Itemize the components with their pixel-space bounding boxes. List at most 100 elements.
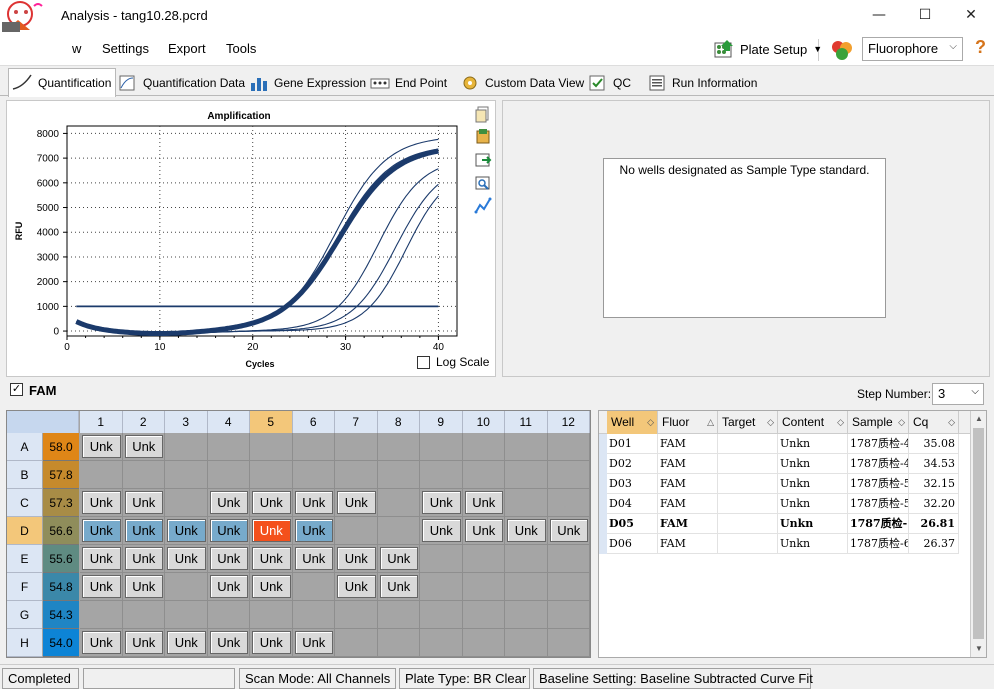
tab-quantification-data[interactable]: Quantification Data xyxy=(114,70,249,96)
plate-row-header[interactable]: G xyxy=(7,601,42,629)
plate-cell[interactable] xyxy=(165,461,208,489)
plate-column-header[interactable]: 6 xyxy=(292,411,335,433)
plate-row-header[interactable]: B xyxy=(7,461,42,489)
plate-cell[interactable] xyxy=(165,573,208,601)
plate-column-header[interactable]: 1 xyxy=(80,411,123,433)
plate-cell[interactable] xyxy=(420,601,463,629)
column-header-sample[interactable]: Sample ◇ xyxy=(848,411,909,434)
plate-column-header[interactable]: 7 xyxy=(335,411,378,433)
plate-cell[interactable] xyxy=(335,629,378,657)
plate-well-e8[interactable]: Unk xyxy=(379,547,418,570)
plate-cell[interactable] xyxy=(207,461,250,489)
plate-well-d11[interactable]: Unk xyxy=(507,519,546,542)
menu-settings[interactable]: Settings xyxy=(102,41,149,56)
plate-cell[interactable] xyxy=(420,573,463,601)
plate-cell[interactable] xyxy=(420,433,463,461)
plate-cell[interactable] xyxy=(335,517,378,545)
plate-cell[interactable] xyxy=(420,629,463,657)
plate-well-c7[interactable]: Unk xyxy=(337,491,376,514)
plate-cell[interactable] xyxy=(505,629,548,657)
plate-column-header[interactable]: 12 xyxy=(547,411,590,433)
plate-well-c10[interactable]: Unk xyxy=(464,491,503,514)
plate-cell[interactable] xyxy=(377,489,420,517)
plate-cell[interactable] xyxy=(335,433,378,461)
plate-cell[interactable] xyxy=(335,461,378,489)
plate-cell[interactable] xyxy=(80,601,123,629)
plate-well-e7[interactable]: Unk xyxy=(337,547,376,570)
plate-well-d1[interactable]: Unk xyxy=(82,519,121,542)
table-row[interactable]: D01 FAM Unkn 1787质检-4 35.08 xyxy=(599,434,971,454)
plate-well-h4[interactable]: Unk xyxy=(209,631,248,654)
plate-cell[interactable] xyxy=(377,461,420,489)
plate-cell[interactable] xyxy=(547,629,590,657)
plate-row-header[interactable]: E xyxy=(7,545,42,573)
plate-row-header[interactable]: A xyxy=(7,433,42,461)
plate-corner[interactable] xyxy=(7,411,79,433)
plate-well-c5[interactable]: Unk xyxy=(252,491,291,514)
plate-cell[interactable] xyxy=(165,601,208,629)
plate-cell[interactable] xyxy=(462,629,505,657)
amplification-chart[interactable]: 0 10 20 30 40 0 1000 2000 3000 4000 5000 6000 7000 80… xyxy=(7,101,495,376)
menu-export[interactable]: Export xyxy=(168,41,206,56)
plate-cell[interactable] xyxy=(292,433,335,461)
plate-well-e6[interactable]: Unk xyxy=(294,547,333,570)
plate-cell[interactable] xyxy=(250,601,293,629)
plate-cell[interactable] xyxy=(547,489,590,517)
plate-well-e1[interactable]: Unk xyxy=(82,547,121,570)
plate-column-header[interactable]: 11 xyxy=(505,411,548,433)
tab-qc[interactable]: QC xyxy=(584,70,635,96)
minimize-button[interactable]: — xyxy=(856,0,902,32)
menu-tools[interactable]: Tools xyxy=(226,41,256,56)
tab-end-point[interactable]: End Point xyxy=(366,70,451,96)
tab-custom-data-view[interactable]: Custom Data View xyxy=(456,70,588,96)
plate-well-c4[interactable]: Unk xyxy=(209,491,248,514)
plate-well-c1[interactable]: Unk xyxy=(82,491,121,514)
export-chart-icon[interactable] xyxy=(474,151,492,169)
close-button[interactable]: ✕ xyxy=(948,0,994,32)
plate-column-header[interactable]: 4 xyxy=(207,411,250,433)
plate-column-header[interactable]: 9 xyxy=(420,411,463,433)
plate-cell[interactable] xyxy=(165,433,208,461)
column-header-fluor[interactable]: Fluor △ xyxy=(658,411,718,434)
step-number-select[interactable]: 3 ⌵ xyxy=(932,383,984,405)
plate-cell[interactable] xyxy=(505,489,548,517)
plate-row-header[interactable]: C xyxy=(7,489,42,517)
print-icon[interactable] xyxy=(474,128,492,146)
fluorophore-select[interactable]: Fluorophore ⌵ xyxy=(862,37,963,61)
plate-well-d12[interactable]: Unk xyxy=(549,519,588,542)
column-header-cq[interactable]: Cq ◇ xyxy=(909,411,959,434)
plate-well-f8[interactable]: Unk xyxy=(379,575,418,598)
plate-cell[interactable] xyxy=(462,545,505,573)
plate-well-a2[interactable]: Unk xyxy=(124,435,163,458)
scroll-down-icon[interactable]: ▼ xyxy=(971,641,986,657)
plate-cell[interactable] xyxy=(547,601,590,629)
plate-well-d2[interactable]: Unk xyxy=(124,519,163,542)
copy-icon[interactable] xyxy=(474,105,492,123)
plate-cell[interactable] xyxy=(165,489,208,517)
tab-gene-expression[interactable]: Gene Expression xyxy=(245,70,370,96)
plate-well-d10[interactable]: Unk xyxy=(464,519,503,542)
plate-row-header[interactable]: H xyxy=(7,629,42,657)
tab-run-information[interactable]: Run Information xyxy=(643,70,761,96)
plate-well-a1[interactable]: Unk xyxy=(82,435,121,458)
maximize-button[interactable]: ☐ xyxy=(902,0,948,32)
table-row[interactable]: D06 FAM Unkn 1787质检-6 26.37 xyxy=(599,534,971,554)
plate-cell[interactable] xyxy=(207,433,250,461)
plate-cell[interactable] xyxy=(462,433,505,461)
plate-cell[interactable] xyxy=(250,433,293,461)
plate-cell[interactable] xyxy=(505,601,548,629)
plate-cell[interactable] xyxy=(505,573,548,601)
plate-cell[interactable] xyxy=(335,601,378,629)
plate-well-f1[interactable]: Unk xyxy=(82,575,121,598)
fluor-color-icon[interactable] xyxy=(830,39,854,61)
plate-well-c2[interactable]: Unk xyxy=(124,491,163,514)
plate-well-h6[interactable]: Unk xyxy=(294,631,333,654)
plate-cell[interactable] xyxy=(420,461,463,489)
plate-well-f2[interactable]: Unk xyxy=(124,575,163,598)
plate-well-e4[interactable]: Unk xyxy=(209,547,248,570)
scrollbar-thumb[interactable] xyxy=(973,428,984,639)
plate-cell[interactable] xyxy=(547,545,590,573)
plate-cell[interactable] xyxy=(420,545,463,573)
table-row[interactable]: D05 FAM Unkn 1787质检- 26.81 xyxy=(599,514,971,534)
plate-cell[interactable] xyxy=(207,601,250,629)
